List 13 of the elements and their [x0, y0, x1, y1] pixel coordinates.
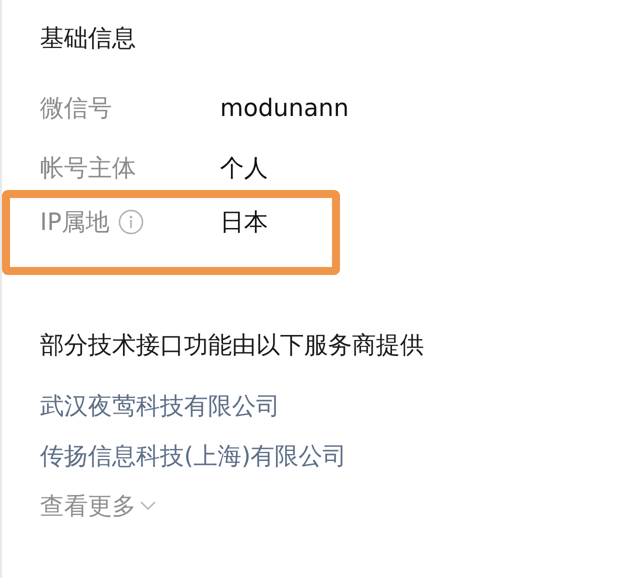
field-value: 日本	[220, 207, 268, 238]
field-value: 个人	[220, 153, 268, 184]
field-label: 帐号主体	[40, 153, 136, 184]
provider-link[interactable]: 武汉夜莺科技有限公司	[40, 381, 280, 431]
info-icon[interactable]	[118, 209, 144, 235]
view-more-button[interactable]: 查看更多	[40, 481, 156, 531]
field-value: modunann	[220, 93, 349, 124]
section-title: 基础信息	[40, 23, 136, 54]
provider-link[interactable]: 传扬信息科技(上海)有限公司	[40, 431, 347, 481]
section-title: 部分技术接口功能由以下服务商提供	[40, 330, 424, 361]
chevron-down-icon	[140, 501, 156, 511]
field-label: 微信号	[40, 93, 112, 124]
field-label: IP属地	[40, 207, 110, 238]
